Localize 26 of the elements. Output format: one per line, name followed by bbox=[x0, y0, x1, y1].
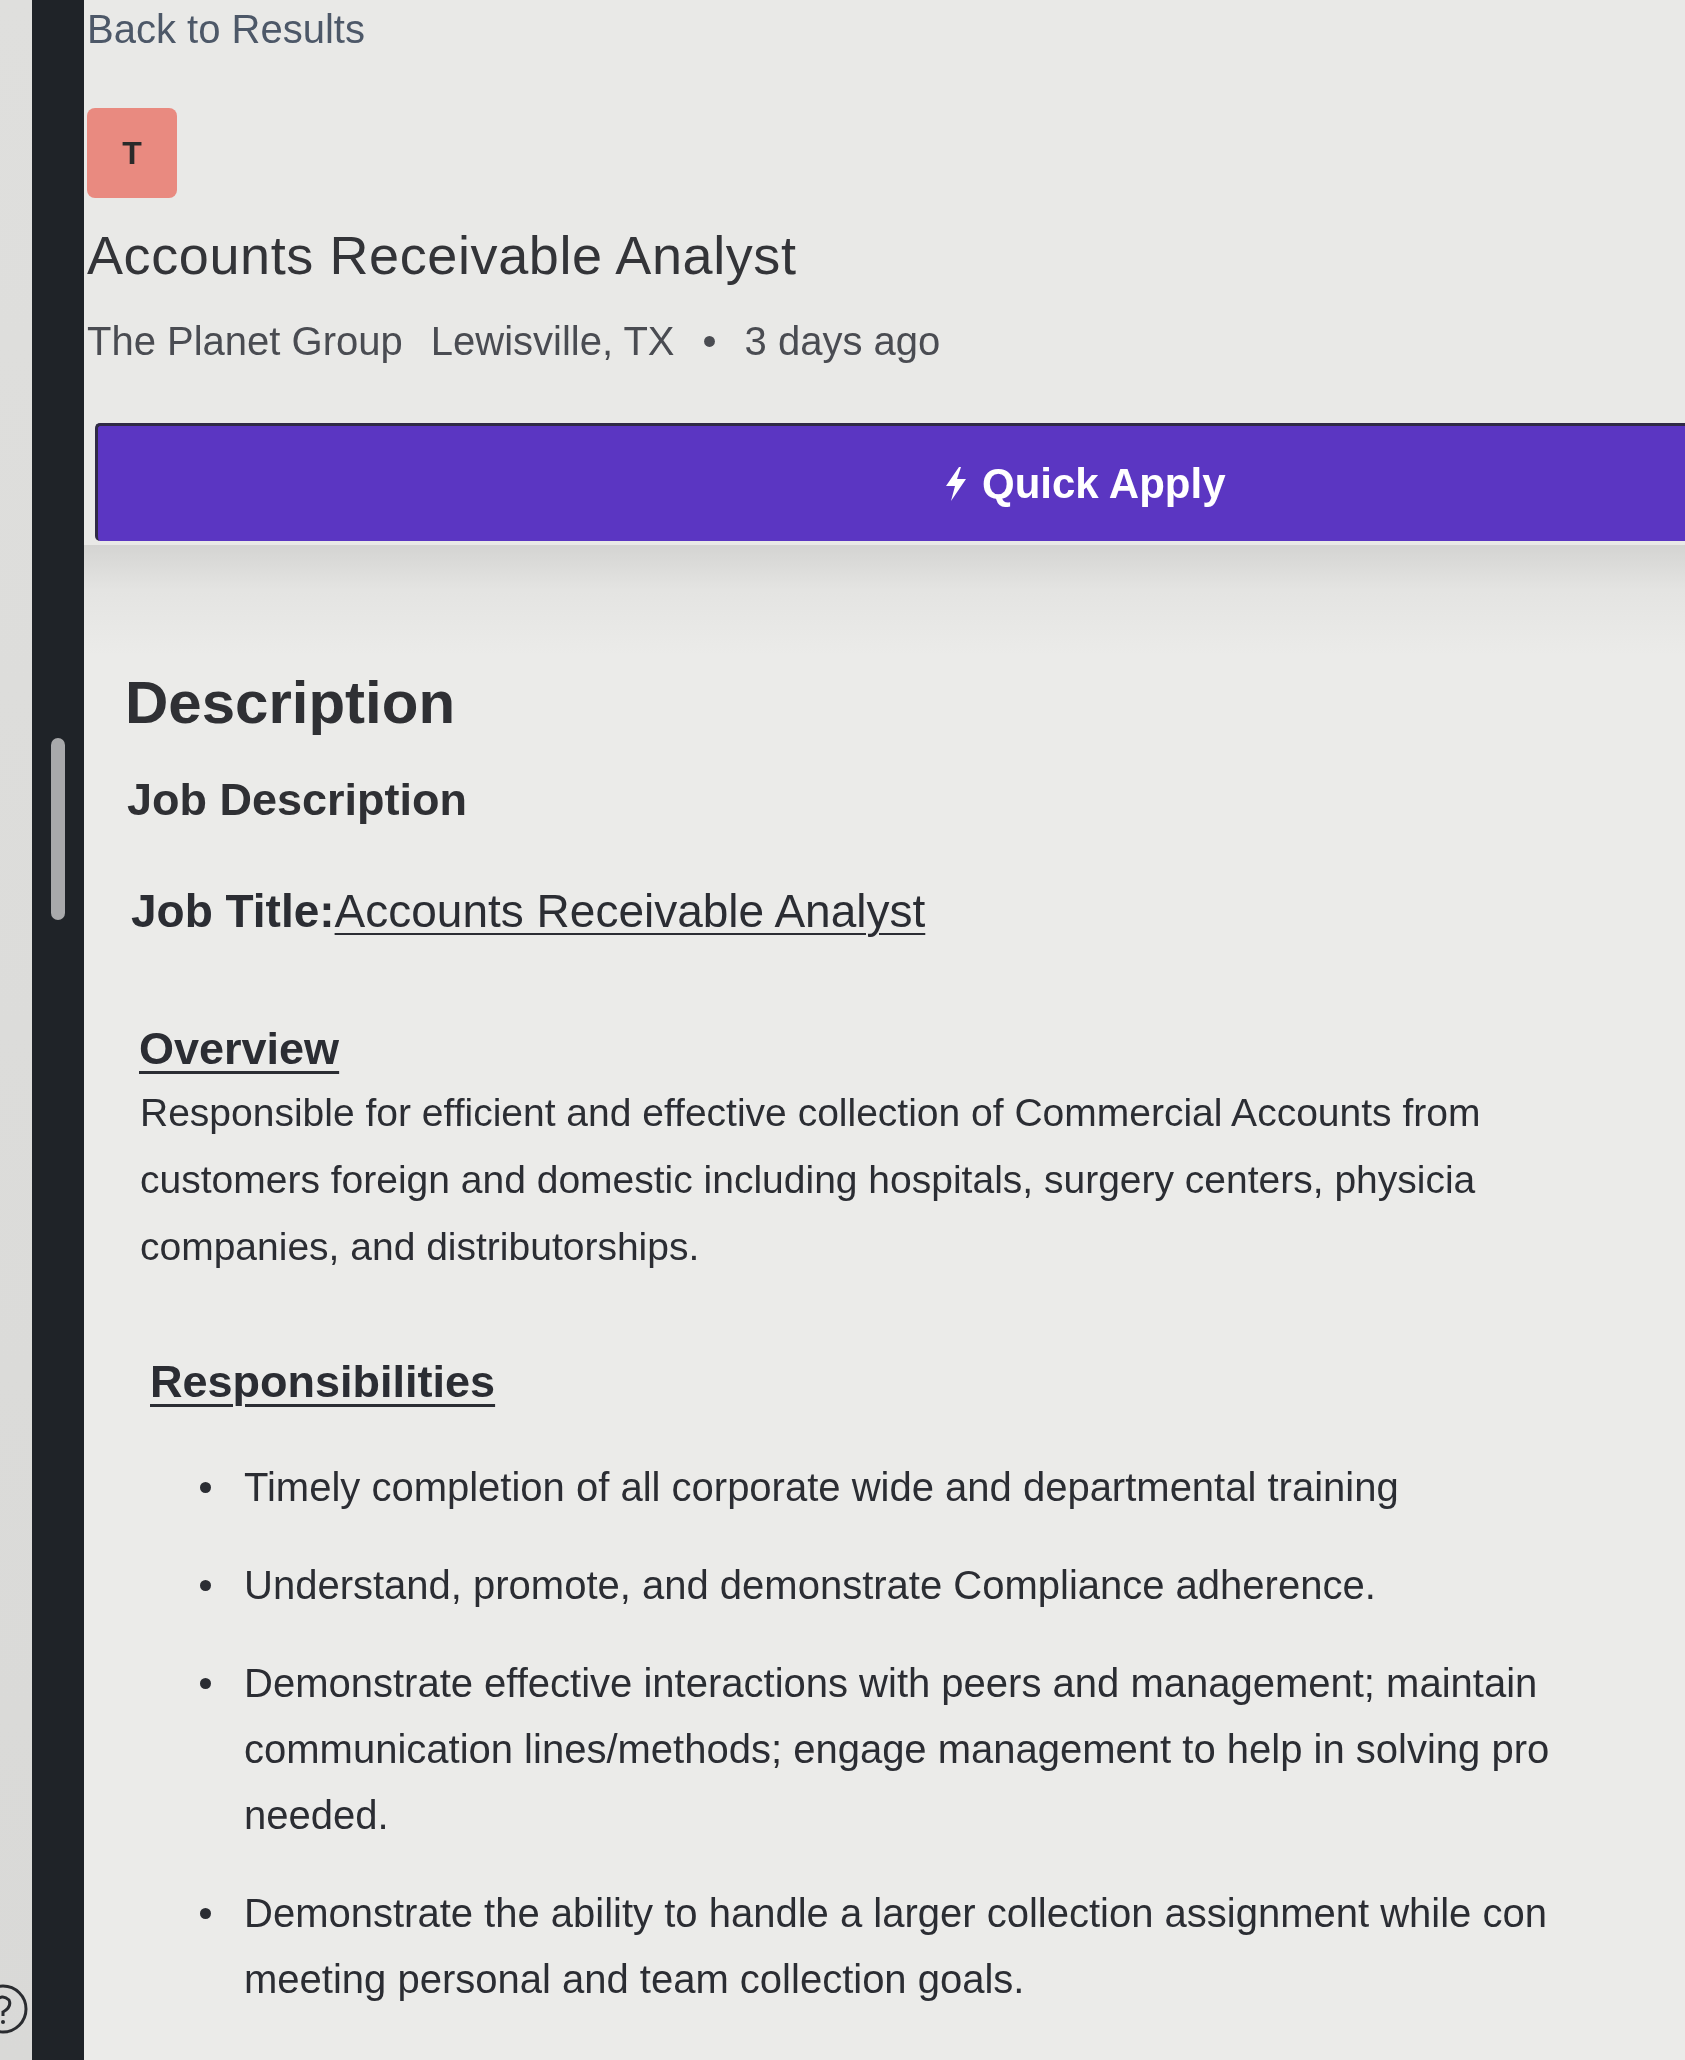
bullet-text: Timely completion of all corporate wide and departmental training bbox=[244, 1464, 1399, 1511]
quick-apply-button[interactable]: Quick Apply bbox=[95, 423, 1685, 541]
paragraph-text: Responsible for efficient and effective collection of Commercial Accounts from customers foreign and domestic including hospitals, surgery centers, physicia companies, and distributorships. bbox=[140, 1090, 1481, 1270]
lightning-icon bbox=[944, 466, 968, 501]
company-name: The Planet Group bbox=[87, 318, 403, 365]
description-heading: Description bbox=[125, 668, 456, 738]
back-link[interactable]: Back to Results bbox=[87, 5, 365, 53]
job-location: Lewisville, TX bbox=[430, 318, 675, 365]
bullet-icon bbox=[200, 1678, 211, 1689]
bullet-icon bbox=[200, 1580, 211, 1591]
separator-dot: • bbox=[702, 318, 717, 365]
posted-date: 3 days ago bbox=[744, 318, 941, 365]
bullet-text: Understand, promote, and demonstrate Compliance adherence. bbox=[244, 1562, 1376, 1609]
job-title-value: Accounts Receivable Analyst bbox=[334, 884, 926, 939]
bullet-icon bbox=[200, 1908, 211, 1919]
company-logo: T bbox=[87, 108, 177, 198]
scrollbar-thumb[interactable] bbox=[51, 738, 65, 920]
subheading: Job Description bbox=[127, 773, 468, 827]
bullet-text: Demonstrate effective interactions with peers and management; maintain communication lines/methods; engage management to help in solving pro needed. bbox=[244, 1660, 1550, 1839]
bullet-icon bbox=[200, 1482, 211, 1493]
job-title: Accounts Receivable Analyst bbox=[87, 224, 797, 287]
job-title-label: Job Title: bbox=[131, 884, 335, 939]
help-icon bbox=[0, 1983, 30, 2035]
section-heading: Overview bbox=[139, 1022, 340, 1076]
section-heading: Responsibilities bbox=[150, 1355, 496, 1409]
bullet-text: Demonstrate the ability to handle a larger collection assignment while con meeting personal and team collection goals. bbox=[244, 1890, 1547, 2003]
